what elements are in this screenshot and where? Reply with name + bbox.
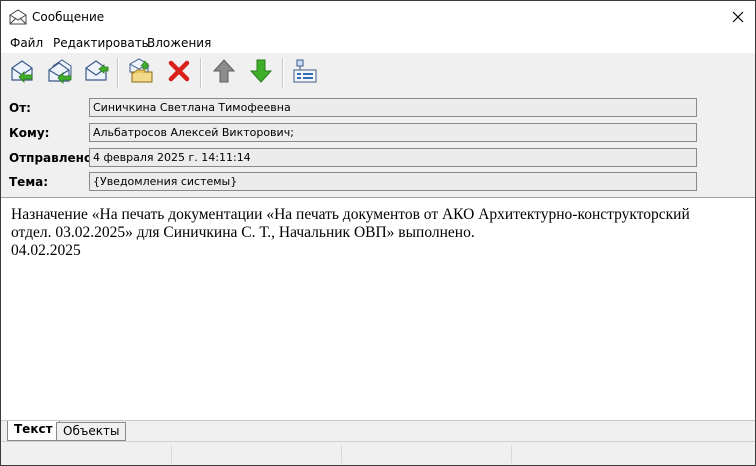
menu-file[interactable]: Файл bbox=[10, 35, 43, 51]
menu-bar: Файл Редактировать Вложения bbox=[1, 33, 755, 53]
save-message-icon bbox=[127, 58, 155, 88]
reply-icon bbox=[8, 58, 36, 88]
close-icon bbox=[732, 8, 744, 27]
close-button[interactable] bbox=[721, 1, 755, 33]
toolbar-separator bbox=[200, 58, 202, 88]
message-body-line: 04.02.2025 bbox=[11, 242, 81, 259]
sent-label: Отправлено: bbox=[9, 151, 97, 165]
from-field[interactable]: Синичкина Светлана Тимофеевна bbox=[89, 98, 697, 117]
message-body-line: отдел. 03.02.2025» для Синичкина С. Т., … bbox=[11, 224, 475, 241]
to-field[interactable]: Альбатросов Алексей Викторович; bbox=[89, 123, 697, 142]
delete-icon bbox=[166, 58, 192, 88]
subject-label: Тема: bbox=[9, 175, 49, 189]
message-header: От: Синичкина Светлана Тимофеевна Кому: … bbox=[1, 93, 755, 198]
properties-icon bbox=[291, 58, 319, 88]
delete-button[interactable] bbox=[164, 57, 194, 89]
from-label: От: bbox=[9, 101, 31, 115]
toolbar-separator bbox=[117, 58, 119, 88]
status-divider bbox=[511, 445, 512, 463]
toolbar bbox=[1, 53, 755, 93]
status-divider bbox=[171, 445, 172, 463]
menu-attachments[interactable]: Вложения bbox=[147, 35, 211, 51]
status-bar bbox=[1, 441, 755, 465]
forward-icon bbox=[82, 58, 110, 88]
subject-field[interactable]: {Уведомления системы} bbox=[89, 172, 697, 191]
window-title: Сообщение bbox=[32, 10, 105, 24]
reply-button[interactable] bbox=[7, 57, 37, 89]
sent-field[interactable]: 4 февраля 2025 г. 14:11:14 bbox=[89, 148, 697, 167]
message-body[interactable]: Назначение «На печать документации «На п… bbox=[11, 206, 741, 260]
reply-all-icon bbox=[46, 58, 74, 88]
status-divider bbox=[341, 445, 342, 463]
tab-text[interactable]: Текст bbox=[7, 421, 60, 441]
tab-objects[interactable]: Объекты bbox=[56, 422, 127, 441]
message-window: Сообщение Файл Редактировать Вложения От… bbox=[0, 0, 756, 466]
save-message-button[interactable] bbox=[126, 57, 156, 89]
forward-button[interactable] bbox=[81, 57, 111, 89]
message-body-line: Назначение «На печать документации «На п… bbox=[11, 206, 690, 223]
previous-message-icon bbox=[211, 58, 237, 88]
menu-edit[interactable]: Редактировать bbox=[53, 35, 149, 51]
next-message-button[interactable] bbox=[246, 57, 276, 89]
previous-message-button[interactable] bbox=[209, 57, 239, 89]
title-bar: Сообщение bbox=[1, 1, 755, 33]
envelope-icon bbox=[9, 9, 27, 25]
tabs-bar: Текст Объекты bbox=[1, 420, 755, 442]
toolbar-separator bbox=[282, 58, 284, 88]
reply-all-button[interactable] bbox=[45, 57, 75, 89]
properties-button[interactable] bbox=[290, 57, 320, 89]
next-message-icon bbox=[248, 58, 274, 88]
to-label: Кому: bbox=[9, 126, 50, 140]
